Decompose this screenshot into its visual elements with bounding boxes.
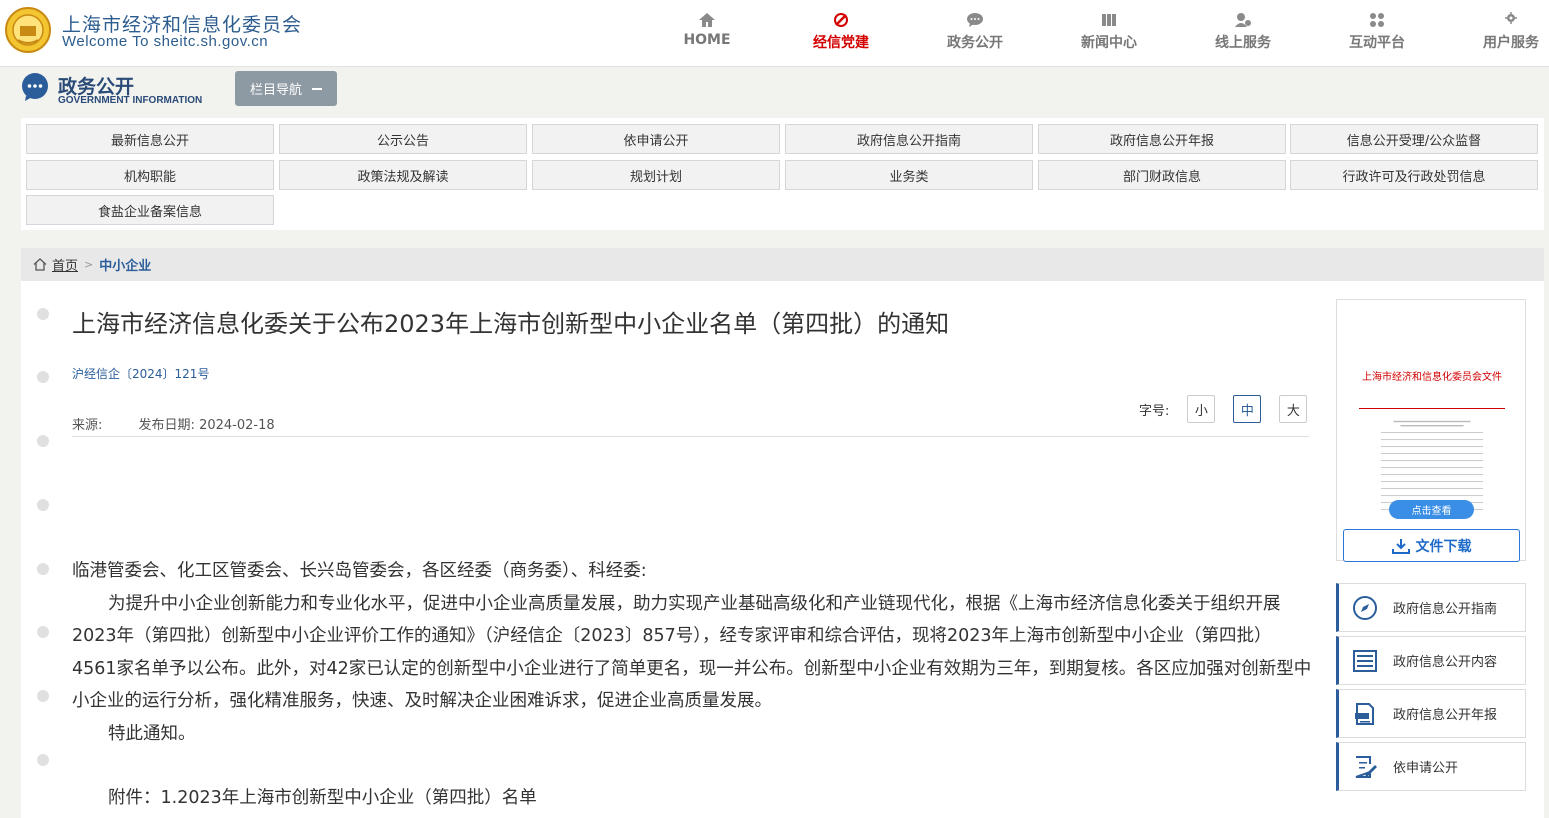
chat-bubble-icon [967, 13, 983, 27]
closing-line: 特此通知。 [108, 723, 196, 744]
nav-online-service[interactable]: 线上服务 [1176, 0, 1310, 67]
nav-label: 新闻中心 [1081, 35, 1137, 51]
decor-dot [37, 754, 49, 766]
category-button[interactable]: 公示公告 [279, 124, 527, 154]
category-button[interactable]: 行政许可及行政处罚信息 [1290, 160, 1538, 190]
category-panel: 最新信息公开 公示公告 依申请公开 政府信息公开指南 政府信息公开年报 信息公开… [21, 118, 1544, 230]
report-icon [1351, 700, 1379, 728]
meta-divider [72, 436, 1309, 437]
document-number: 沪经信企〔2024〕121号 [72, 367, 210, 381]
nav-label: 经信党建 [813, 35, 869, 51]
side-link-label: 依申请公开 [1393, 761, 1459, 776]
site-logo-icon[interactable] [4, 6, 52, 54]
font-size-large-button[interactable]: 大 [1279, 395, 1308, 423]
article-title: 上海市经济信息化委关于公布2023年上海市创新型中小企业名单（第四批）的通知 [72, 310, 950, 338]
home-outline-icon [33, 258, 47, 271]
file-download-button[interactable]: 文件下载 [1343, 529, 1520, 562]
side-link-annual-report[interactable]: 政府信息公开年报 [1336, 689, 1526, 738]
download-icon [1391, 538, 1410, 554]
breadcrumb: 首页 > 中小企业 [21, 248, 1544, 281]
main-nav: HOME 经信党建 政务公开 新闻中心 线上服务 互动平台 用户服务 [640, 0, 1549, 67]
category-button[interactable]: 政府信息公开指南 [785, 124, 1033, 154]
article-container: 上海市经济信息化委关于公布2023年上海市创新型中小企业名单（第四批）的通知 沪… [21, 281, 1544, 818]
user-service-icon [1235, 13, 1251, 27]
category-button[interactable]: 政府信息公开年报 [1038, 124, 1286, 154]
party-emblem-icon [834, 13, 848, 27]
decor-dot [37, 308, 49, 320]
side-link-label: 政府信息公开年报 [1393, 708, 1498, 723]
view-document-button[interactable]: 点击查看 [1389, 500, 1474, 519]
decor-dot [37, 371, 49, 383]
publish-date: 2024-02-18 [199, 418, 275, 433]
site-subtitle[interactable]: Welcome To sheitc.sh.gov.cn [62, 33, 268, 50]
category-button[interactable]: 部门财政信息 [1038, 160, 1286, 190]
site-header: 上海市经济和信息化委员会 Welcome To sheitc.sh.gov.cn… [0, 0, 1549, 67]
nav-user-service[interactable]: 用户服务 [1444, 0, 1549, 67]
category-button[interactable]: 食盐企业备案信息 [26, 195, 274, 225]
thumbnail-rule [1359, 408, 1505, 409]
category-button[interactable]: 信息公开受理/公众监督 [1290, 124, 1538, 154]
font-size-medium-button[interactable]: 中 [1233, 395, 1262, 423]
download-label: 文件下载 [1415, 538, 1472, 555]
nav-home[interactable]: HOME [640, 0, 774, 67]
attachment-line[interactable]: 附件：1.2023年上海市创新型中小企业（第四批）名单 [108, 784, 537, 809]
nav-label: 政务公开 [947, 35, 1003, 51]
document-thumbnail[interactable]: 上海市经济和信息化委员会文件 点击查看 [1336, 299, 1526, 561]
font-size-label: 字号: [1139, 403, 1170, 419]
edit-form-icon [1351, 753, 1379, 781]
font-size-controls: 字号: 小 中 大 [1139, 395, 1308, 423]
nav-gov-info[interactable]: 政务公开 [908, 0, 1042, 67]
source-label: 来源: [72, 418, 103, 433]
category-button[interactable]: 规划计划 [532, 160, 780, 190]
article-meta: 来源: 发布日期: 2024-02-18 [72, 414, 275, 433]
category-button[interactable]: 机构职能 [26, 160, 274, 190]
interaction-icon [1370, 13, 1384, 27]
body-paragraph: 为提升中小企业创新能力和专业化水平，促进中小企业高质量发展，助力实现产业基础高级… [72, 593, 1312, 712]
nav-party-building[interactable]: 经信党建 [774, 0, 908, 67]
decor-dot [37, 626, 49, 638]
nav-label: 互动平台 [1349, 35, 1405, 51]
nav-interaction[interactable]: 互动平台 [1310, 0, 1444, 67]
breadcrumb-separator: > [84, 258, 94, 271]
decor-dot [37, 690, 49, 702]
user-gear-icon [1505, 12, 1517, 24]
breadcrumb-current[interactable]: 中小企业 [99, 255, 151, 274]
minus-icon [312, 87, 322, 90]
nav-news[interactable]: 新闻中心 [1042, 0, 1176, 67]
decor-dot [37, 499, 49, 511]
side-link-label: 政府信息公开指南 [1393, 602, 1498, 617]
article-body: 临港管委会、化工区管委会、长兴岛管委会，各区经委（商务委）、科经委: 为提升中小… [72, 555, 1312, 750]
section-subtitle: GOVERNMENT INFORMATION [58, 95, 203, 106]
category-button[interactable]: 业务类 [785, 160, 1033, 190]
decor-dot [37, 563, 49, 575]
addressee: 临港管委会、化工区管委会、长兴岛管委会，各区经委（商务委）、科经委: [72, 561, 647, 581]
breadcrumb-home[interactable]: 首页 [52, 255, 78, 274]
home-icon [699, 13, 715, 27]
column-nav-label: 栏目导航 [249, 83, 302, 98]
nav-label: HOME [683, 32, 731, 48]
compass-icon [1351, 594, 1379, 622]
side-link-label: 政府信息公开内容 [1393, 655, 1498, 670]
category-button[interactable]: 最新信息公开 [26, 124, 274, 154]
side-link-guide[interactable]: 政府信息公开指南 [1336, 583, 1526, 632]
thumbnail-header: 上海市经济和信息化委员会文件 [1362, 372, 1502, 383]
category-button[interactable]: 政策法规及解读 [279, 160, 527, 190]
list-icon [1351, 647, 1379, 675]
side-link-content[interactable]: 政府信息公开内容 [1336, 636, 1526, 685]
date-label: 发布日期: [138, 418, 195, 433]
nav-label: 用户服务 [1483, 35, 1539, 51]
nav-label: 线上服务 [1215, 35, 1271, 51]
newspaper-icon [1102, 14, 1116, 26]
font-size-small-button[interactable]: 小 [1187, 395, 1216, 423]
decor-dot [37, 435, 49, 447]
side-link-apply[interactable]: 依申请公开 [1336, 742, 1526, 791]
gov-chat-icon [22, 73, 48, 101]
category-button[interactable]: 依申请公开 [532, 124, 780, 154]
column-nav-button[interactable]: 栏目导航 [235, 71, 337, 106]
